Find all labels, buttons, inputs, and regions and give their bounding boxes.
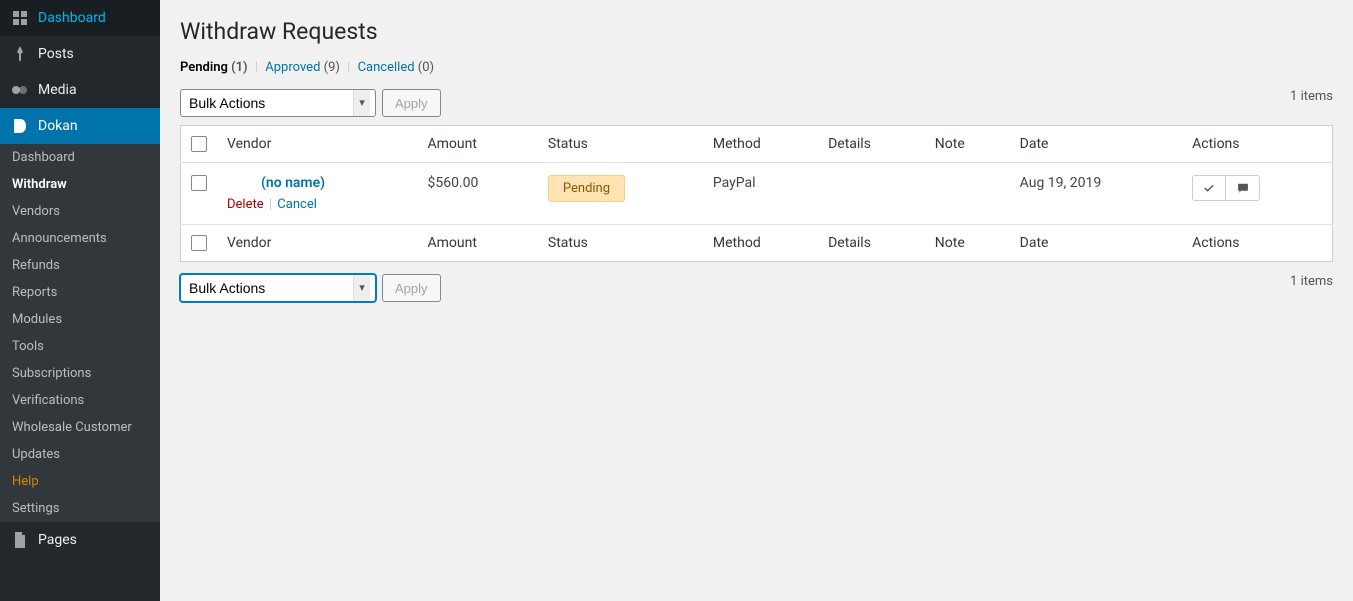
col-actions-foot[interactable]: Actions [1182, 225, 1332, 262]
sidebar-item-dashboard[interactable]: Dashboard [0, 0, 160, 36]
col-date[interactable]: Date [1010, 126, 1182, 163]
col-details-foot[interactable]: Details [818, 225, 925, 262]
method-cell: PayPal [703, 163, 818, 225]
requests-table: Vendor Amount Status Method Details Note… [180, 125, 1333, 262]
col-amount-foot[interactable]: Amount [417, 225, 537, 262]
col-vendor[interactable]: Vendor [217, 126, 417, 163]
submenu-item-modules[interactable]: Modules [0, 306, 160, 333]
apply-button-bottom[interactable]: Apply [382, 274, 441, 302]
submenu-item-subscriptions[interactable]: Subscriptions [0, 360, 160, 387]
items-count-bottom: 1 items [1290, 274, 1333, 289]
submenu-item-help[interactable]: Help [0, 468, 160, 495]
submenu-item-reports[interactable]: Reports [0, 279, 160, 306]
items-count-top: 1 items [1290, 89, 1333, 104]
delete-action[interactable]: Delete [227, 197, 264, 212]
vendor-link[interactable]: (no name) [261, 175, 325, 191]
action-buttons [1192, 175, 1322, 201]
col-note[interactable]: Note [925, 126, 1010, 163]
status-cell: Pending [538, 163, 703, 225]
bottom-actions-row: Bulk Actions Apply 1 items [180, 270, 1333, 306]
sidebar-item-pages[interactable]: Pages [0, 522, 160, 558]
submenu-item-withdraw[interactable]: Withdraw [0, 171, 160, 198]
media-icon [10, 80, 30, 100]
page-icon [10, 530, 30, 550]
bulk-actions-select-bottom[interactable]: Bulk Actions [180, 274, 376, 302]
row-checkbox[interactable] [191, 175, 207, 191]
admin-sidebar: Dashboard Posts Media Dokan Dashboard Wi… [0, 0, 160, 601]
note-icon [1236, 181, 1250, 195]
table-row: (no name) Delete | Cancel $560.00 Pendin… [181, 163, 1333, 225]
sidebar-item-dokan[interactable]: Dokan [0, 108, 160, 144]
submenu-item-announcements[interactable]: Announcements [0, 225, 160, 252]
apply-button-top[interactable]: Apply [382, 89, 441, 117]
dashboard-icon [10, 8, 30, 28]
pin-icon [10, 44, 30, 64]
col-method-foot[interactable]: Method [703, 225, 818, 262]
main-content: Withdraw Requests Pending (1) | Approved… [160, 0, 1353, 601]
check-icon [1202, 181, 1216, 195]
sidebar-item-label: Dokan [38, 118, 78, 134]
note-cell [925, 163, 1010, 225]
submenu-item-verifications[interactable]: Verifications [0, 387, 160, 414]
sidebar-submenu: Dashboard Withdraw Vendors Announcements… [0, 144, 160, 522]
col-method[interactable]: Method [703, 126, 818, 163]
tab-pending[interactable]: Pending (1) [180, 60, 248, 75]
tab-approved[interactable]: Approved (9) [265, 60, 340, 75]
sidebar-item-label: Pages [38, 532, 77, 548]
sidebar-item-label: Posts [38, 46, 74, 62]
submenu-item-refunds[interactable]: Refunds [0, 252, 160, 279]
page-title: Withdraw Requests [180, 18, 1333, 45]
col-vendor-foot[interactable]: Vendor [217, 225, 417, 262]
approve-button[interactable] [1192, 175, 1226, 201]
submenu-item-tools[interactable]: Tools [0, 333, 160, 360]
col-date-foot[interactable]: Date [1010, 225, 1182, 262]
details-cell [818, 163, 925, 225]
cancel-action[interactable]: Cancel [277, 197, 317, 212]
status-tabs: Pending (1) | Approved (9) | Cancelled (… [180, 60, 1333, 75]
submenu-item-settings[interactable]: Settings [0, 495, 160, 522]
col-status-foot[interactable]: Status [538, 225, 703, 262]
bulk-actions-select-top[interactable]: Bulk Actions [180, 89, 376, 117]
submenu-item-updates[interactable]: Updates [0, 441, 160, 468]
dokan-icon [10, 116, 30, 136]
select-all-checkbox-bottom[interactable] [191, 235, 207, 251]
sidebar-item-label: Media [38, 82, 77, 98]
sidebar-item-label: Dashboard [38, 10, 106, 26]
col-status[interactable]: Status [538, 126, 703, 163]
note-button[interactable] [1226, 175, 1260, 201]
sidebar-item-media[interactable]: Media [0, 72, 160, 108]
status-badge: Pending [548, 175, 625, 202]
col-details[interactable]: Details [818, 126, 925, 163]
col-actions[interactable]: Actions [1182, 126, 1332, 163]
row-actions: Delete | Cancel [227, 197, 407, 212]
submenu-item-vendors[interactable]: Vendors [0, 198, 160, 225]
date-cell: Aug 19, 2019 [1010, 163, 1182, 225]
top-actions-row: Bulk Actions Apply 1 items [180, 85, 1333, 121]
tab-cancelled[interactable]: Cancelled (0) [358, 60, 435, 75]
col-note-foot[interactable]: Note [925, 225, 1010, 262]
sidebar-item-posts[interactable]: Posts [0, 36, 160, 72]
submenu-item-dashboard[interactable]: Dashboard [0, 144, 160, 171]
submenu-item-wholesale[interactable]: Wholesale Customer [0, 414, 160, 441]
col-amount[interactable]: Amount [417, 126, 537, 163]
select-all-checkbox-top[interactable] [191, 136, 207, 152]
amount-cell: $560.00 [417, 163, 537, 225]
